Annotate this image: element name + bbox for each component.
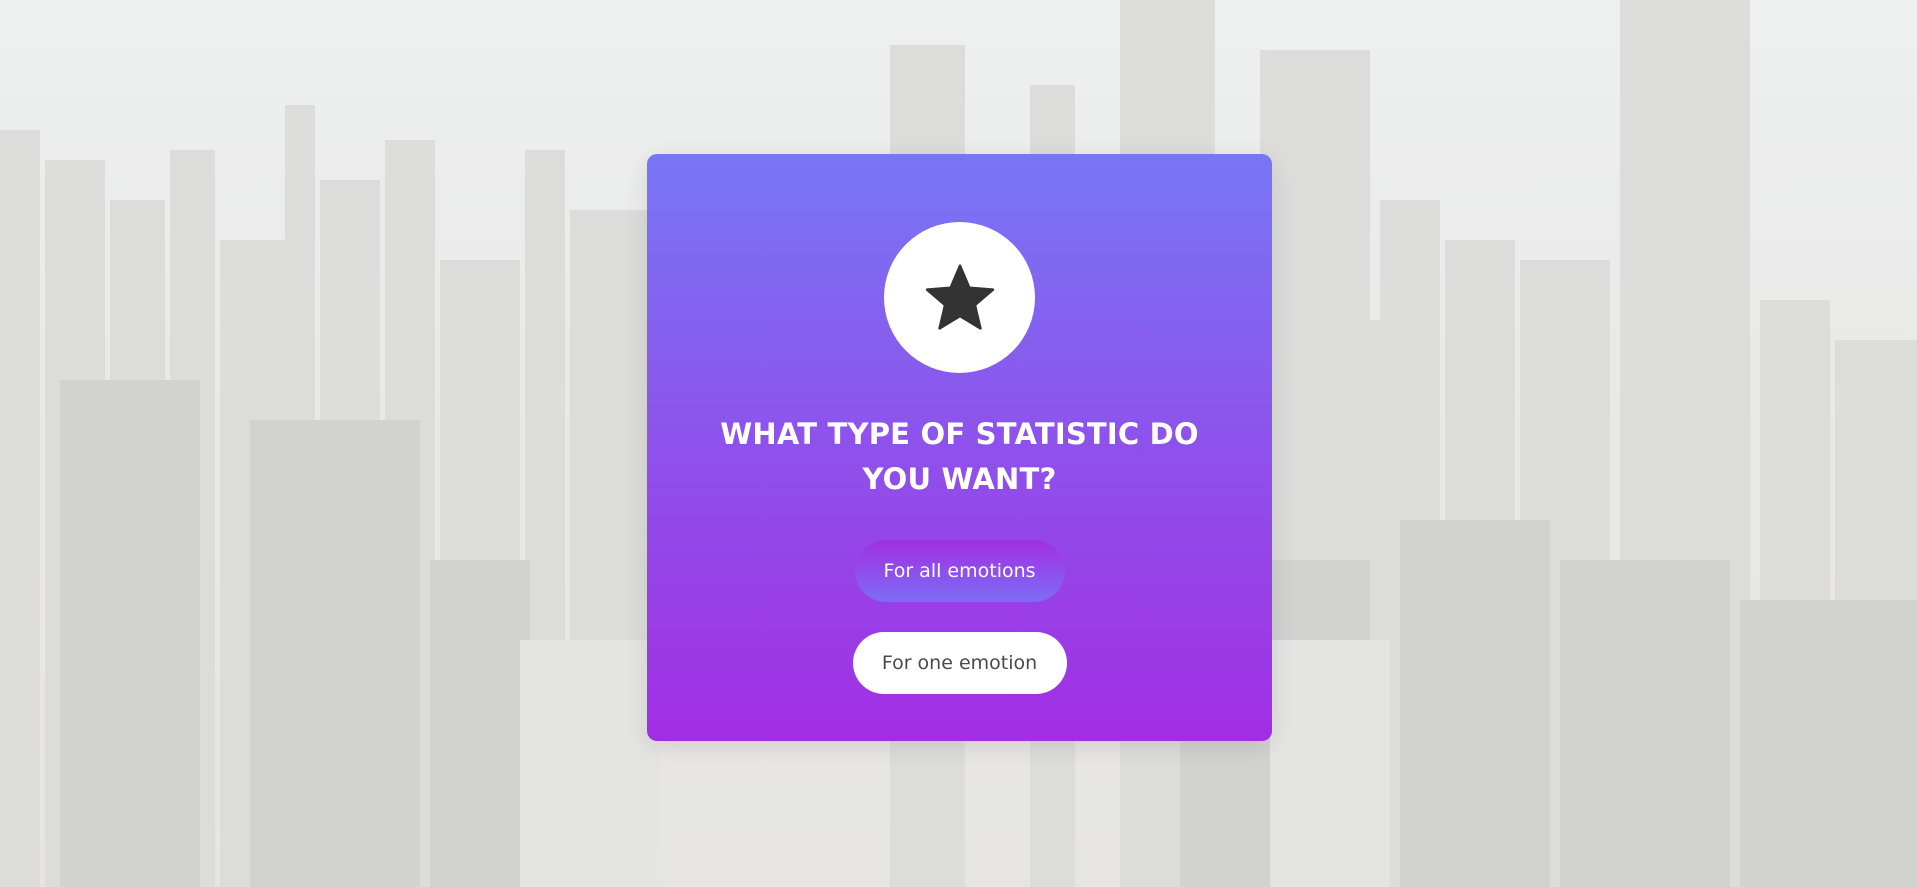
statistic-type-dialog: WHAT TYPE OF STATISTIC DO YOU WANT? For … xyxy=(647,154,1272,741)
one-emotion-button[interactable]: For one emotion xyxy=(852,632,1067,694)
all-emotions-button[interactable]: For all emotions xyxy=(854,540,1065,602)
dialog-title: WHAT TYPE OF STATISTIC DO YOU WANT? xyxy=(720,417,1199,496)
star-icon xyxy=(925,263,994,330)
star-icon-badge xyxy=(884,222,1035,373)
